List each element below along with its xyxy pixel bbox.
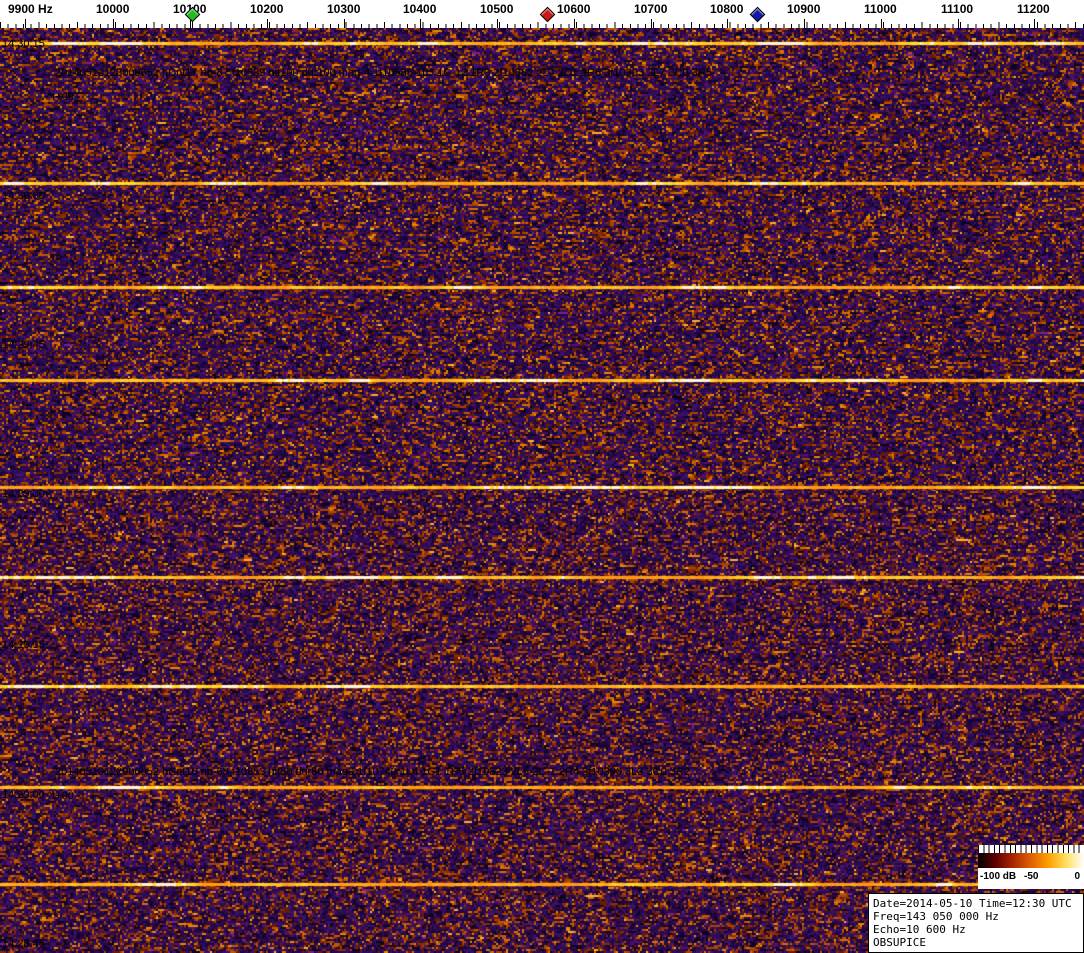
detection-annotation: ^t+00 (47, 790, 74, 802)
time-tick-label: 14:29:15 (2, 639, 45, 651)
time-tick-label: 14:30:00 (2, 190, 45, 202)
time-tick-label: 14:30:15 (2, 38, 45, 50)
detection-annotation: 20140510122900052 hCnt16 nb-68 f10853 hi… (55, 766, 690, 778)
colorbar: -100 dB -50 0 (978, 845, 1084, 889)
colorbar-labels: -100 dB -50 0 (978, 868, 1084, 889)
station-info-box: Date=2014-05-10 Time=12:30 UTC Freq=143 … (868, 893, 1084, 953)
time-tick-label: 14:29:30 (2, 488, 45, 500)
colorbar-ticks (978, 845, 1084, 853)
time-tick-label: 14:29:00 (2, 789, 45, 801)
major-tick (344, 19, 345, 28)
major-tick (420, 19, 421, 28)
freq-tick-label: 9900 Hz (8, 2, 53, 16)
major-tick (881, 19, 882, 28)
detection-annotation: ^t+09 (47, 91, 74, 103)
freq-tick-label: 11000 (864, 2, 897, 16)
major-tick (267, 19, 268, 28)
freq-tick-label: 10800 (710, 2, 744, 16)
major-tick (958, 19, 959, 28)
freq-tick-label: 10400 (403, 2, 437, 16)
major-tick (25, 19, 26, 28)
red-marker[interactable] (539, 6, 556, 23)
freq-tick-label: 11200 (1017, 2, 1050, 16)
freq-tick-label: 10000 (96, 2, 130, 16)
freq-tick-label: 10300 (327, 2, 361, 16)
colorbar-label-mid: -50 (1024, 871, 1039, 882)
freq-tick-label: 10200 (250, 2, 284, 16)
freq-tick-label: 10900 (787, 2, 821, 16)
frequency-ruler: 9900 Hz100001010010200103001040010500106… (0, 0, 1084, 28)
spectrogram-canvas[interactable] (0, 28, 1084, 953)
info-date-time: Date=2014-05-10 Time=12:30 UTC (873, 897, 1072, 910)
colorbar-label-max: 0 (1074, 871, 1080, 882)
detection-annotation: 20140510123009652 hCnt17 nb-87 f10589 hi… (55, 67, 712, 79)
info-station: OBSUPICE (873, 936, 926, 949)
major-tick (727, 19, 728, 28)
freq-tick-label: 10600 (557, 2, 591, 16)
info-frequency: Freq=143 050 000 Hz (873, 910, 999, 923)
time-tick-label: 14:28:45 (2, 938, 45, 950)
major-tick (497, 19, 498, 28)
colorbar-label-min: -100 dB (980, 871, 1017, 882)
freq-tick-label: 10700 (634, 2, 668, 16)
major-tick (651, 19, 652, 28)
colorbar-gradient (978, 853, 1084, 868)
freq-tick-label: 11100 (941, 2, 974, 16)
major-tick (1034, 19, 1035, 28)
major-tick (113, 19, 114, 28)
time-tick-label: 14:29:45 (2, 339, 45, 351)
info-echo: Echo=10 600 Hz (873, 923, 966, 936)
freq-tick-label: 10500 (480, 2, 514, 16)
major-tick (804, 19, 805, 28)
waterfall-display[interactable]: 14:30:15 14:30:00 14:29:45 14:29:30 14:29:15… (0, 28, 1084, 953)
major-tick (574, 19, 575, 28)
blue-marker[interactable] (749, 6, 766, 23)
spectrogram-app: 9900 Hz100001010010200103001040010500106… (0, 0, 1084, 953)
